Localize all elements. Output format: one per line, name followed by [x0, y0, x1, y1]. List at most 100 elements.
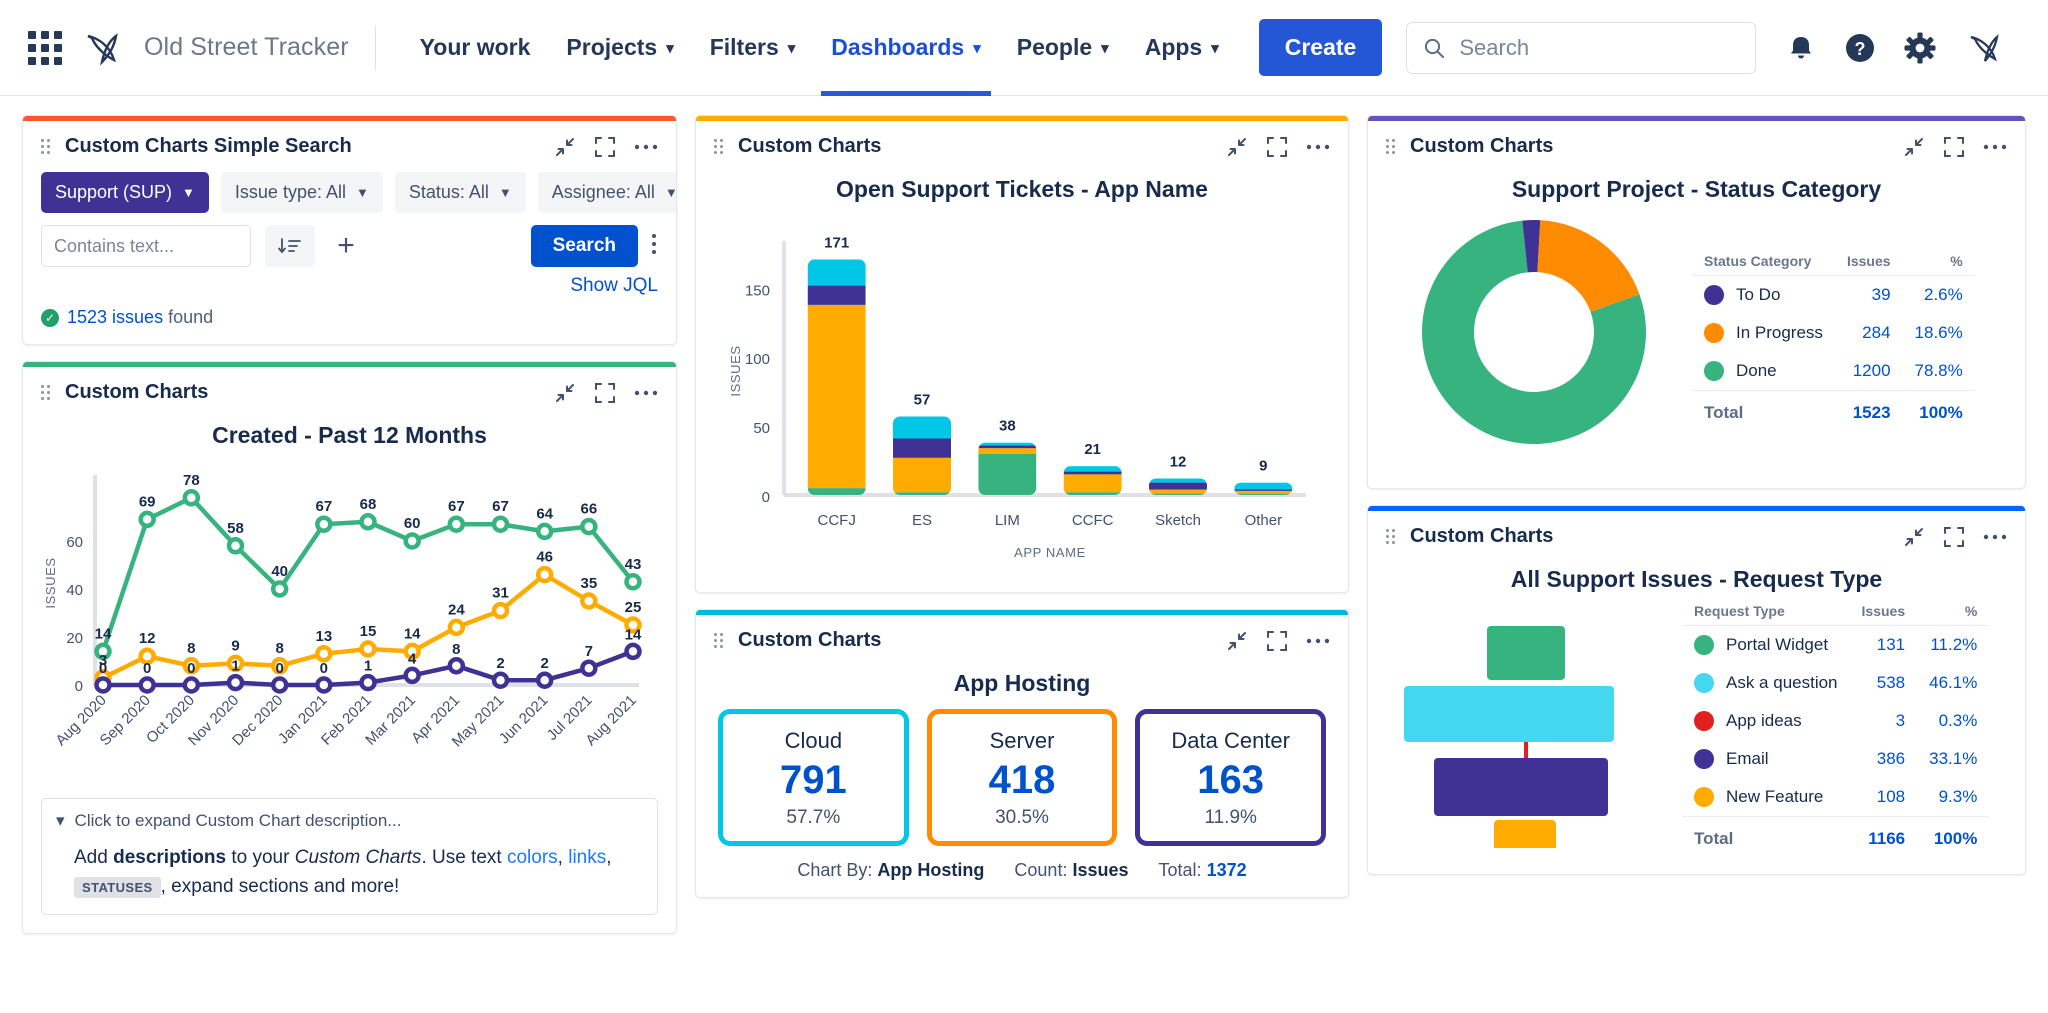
nav-item-filters[interactable]: Filters ▾	[692, 0, 814, 96]
footer-label: Total:	[1158, 860, 1202, 880]
drag-handle-icon[interactable]	[1386, 528, 1398, 545]
table-row[interactable]: Email 386 33.1%	[1682, 740, 1989, 778]
jira-logo-icon[interactable]	[80, 26, 124, 70]
dashboard-column-2: Custom Charts Open Support Tickets - App…	[695, 115, 1349, 995]
apps-grid-icon[interactable]	[28, 30, 62, 65]
issues-value[interactable]: 131	[1850, 626, 1918, 665]
nav-item-your-work[interactable]: Your work	[402, 0, 549, 96]
search-input[interactable]: Search	[1406, 21, 1757, 74]
chevron-down-icon: ▼	[355, 185, 369, 200]
more-options-icon[interactable]	[1983, 533, 2007, 541]
gadget-actions	[554, 136, 658, 158]
legend-swatch	[1694, 749, 1714, 769]
filter-label: Status: All	[408, 182, 489, 202]
bar-chart[interactable]: 0 50 100 150 ISSUES 171 CCFJ 57 ES 38 LIM 21 CCFC 12 S…	[706, 207, 1321, 577]
more-options-icon[interactable]	[1306, 143, 1330, 151]
collapse-icon[interactable]	[554, 382, 576, 404]
gadget-header: Custom Charts	[696, 121, 1348, 164]
table-row[interactable]: In Progress 284 18.6%	[1692, 314, 1975, 352]
desc-link-links[interactable]: links	[568, 847, 606, 868]
kpi-value: 791	[779, 758, 847, 802]
more-options-icon[interactable]	[634, 143, 658, 151]
search-more-options-icon[interactable]	[650, 232, 658, 260]
issues-value[interactable]: 1200	[1835, 352, 1903, 391]
svg-text:60: 60	[66, 534, 83, 551]
notifications-icon[interactable]	[1786, 33, 1816, 63]
desc-link-colors[interactable]: colors	[507, 847, 558, 868]
issues-value[interactable]: 284	[1835, 314, 1903, 352]
legend-label: New Feature	[1726, 787, 1824, 806]
more-options-icon[interactable]	[634, 389, 658, 397]
table-row[interactable]: Portal Widget 131 11.2%	[1682, 626, 1989, 665]
table-row[interactable]: Done 1200 78.8%	[1692, 352, 1975, 391]
nav-item-projects[interactable]: Projects ▾	[548, 0, 691, 96]
chevron-down-icon: ▾	[1101, 39, 1109, 57]
kpi-box-cloud[interactable]: Cloud 791 57.7%	[718, 709, 909, 846]
collapse-icon[interactable]	[554, 136, 576, 158]
filter-assignee[interactable]: Assignee: All ▼	[537, 172, 676, 213]
contains-text-placeholder: Contains text...	[54, 235, 175, 256]
settings-gear-icon[interactable]	[1904, 32, 1936, 64]
nav-item-dashboards[interactable]: Dashboards ▾	[813, 0, 998, 96]
expand-fullscreen-icon[interactable]	[1943, 526, 1965, 548]
line-chart[interactable]: 0204060ISSUES146978584067 686067 67 64 66433…	[33, 453, 648, 783]
more-options-icon[interactable]	[1306, 637, 1330, 645]
search-button[interactable]: Search	[530, 225, 638, 267]
filter-status[interactable]: Status: All ▼	[394, 172, 526, 213]
svg-text:0: 0	[187, 660, 195, 677]
show-jql-link[interactable]: Show JQL	[570, 275, 658, 297]
profile-avatar[interactable]	[1964, 28, 2004, 68]
help-icon[interactable]: ?	[1844, 32, 1876, 64]
table-row[interactable]: To Do 39 2.6%	[1692, 276, 1975, 315]
nav-item-apps[interactable]: Apps ▾	[1127, 0, 1237, 96]
footer-label: Chart By:	[797, 860, 873, 880]
table-row[interactable]: New Feature 108 9.3%	[1682, 778, 1989, 817]
expand-fullscreen-icon[interactable]	[594, 382, 616, 404]
gadget-actions	[1226, 136, 1330, 158]
svg-text:LIM: LIM	[995, 512, 1020, 529]
filter-label: Issue type: All	[234, 182, 346, 202]
nav-item-label: Dashboards	[831, 34, 965, 60]
svg-text:8: 8	[275, 640, 283, 657]
sort-order-button[interactable]	[265, 225, 315, 267]
contains-text-input[interactable]: Contains text...	[41, 225, 251, 267]
issues-value[interactable]: 108	[1850, 778, 1918, 817]
kpi-box-data-center[interactable]: Data Center 163 11.9%	[1135, 709, 1327, 846]
create-button[interactable]: Create	[1258, 19, 1383, 76]
drag-handle-icon[interactable]	[41, 138, 53, 155]
table-row[interactable]: App ideas 3 0.3%	[1682, 702, 1989, 740]
kpi-box-server[interactable]: Server 418 30.5%	[926, 709, 1118, 846]
expand-fullscreen-icon[interactable]	[1266, 630, 1288, 652]
expand-fullscreen-icon[interactable]	[1266, 136, 1288, 158]
table-row[interactable]: Ask a question 538 46.1%	[1682, 664, 1989, 702]
add-filter-button[interactable]: +	[329, 225, 363, 267]
expand-fullscreen-icon[interactable]	[594, 136, 616, 158]
issues-value[interactable]: 3	[1850, 702, 1918, 740]
issues-value[interactable]: 39	[1835, 276, 1903, 315]
collapse-icon[interactable]	[1903, 136, 1925, 158]
issues-value[interactable]: 538	[1850, 664, 1918, 702]
legend-label: To Do	[1736, 285, 1781, 304]
collapse-icon[interactable]	[1226, 630, 1248, 652]
filter-project-selector[interactable]: Support (SUP) ▼	[41, 172, 209, 213]
drag-handle-icon[interactable]	[714, 138, 726, 155]
filter-issue-type[interactable]: Issue type: All ▼	[220, 172, 383, 213]
svg-text:100: 100	[745, 351, 770, 368]
svg-text:4: 4	[408, 650, 417, 667]
collapse-icon[interactable]	[1903, 526, 1925, 548]
svg-text:0: 0	[275, 660, 283, 677]
drag-handle-icon[interactable]	[714, 632, 726, 649]
collapse-icon[interactable]	[1226, 136, 1248, 158]
nav-item-people[interactable]: People ▾	[999, 0, 1127, 96]
drag-handle-icon[interactable]	[41, 384, 53, 401]
donut-chart[interactable]	[1382, 207, 1692, 472]
description-expand-toggle[interactable]: ▾ Click to expand Custom Chart descripti…	[56, 811, 643, 831]
legend-name-cell: Done	[1692, 352, 1835, 391]
desc-status-badge: STATUSES	[74, 877, 161, 899]
more-options-icon[interactable]	[1983, 143, 2007, 151]
issues-value[interactable]: 386	[1850, 740, 1918, 778]
svg-text:38: 38	[999, 418, 1016, 435]
request-type-chart[interactable]	[1382, 608, 1682, 848]
drag-handle-icon[interactable]	[1386, 138, 1398, 155]
expand-fullscreen-icon[interactable]	[1943, 136, 1965, 158]
